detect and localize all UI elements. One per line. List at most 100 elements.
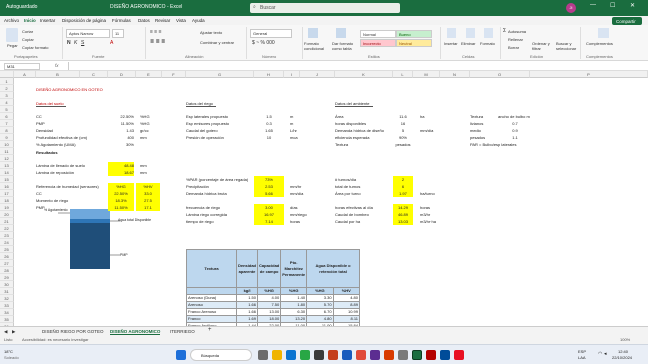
cell-unit[interactable]: días [290,204,298,211]
cell-label[interactable]: Profundidad efectiva de (cm) [36,134,87,141]
column-header[interactable]: K [335,71,393,78]
menu-ayuda[interactable]: Ayuda [192,18,205,23]
app-icon[interactable] [440,350,450,360]
cell-value[interactable]: 3.00 [254,204,284,211]
cond-format-button[interactable]: Formato condicional [304,41,330,51]
cell-unit[interactable]: ha/turno [420,190,435,197]
clear-button[interactable]: Borrar [508,45,519,50]
cell-value[interactable]: 27.5 [136,197,160,204]
autosum-button[interactable]: Autosuma [508,29,526,34]
row-header[interactable]: 29 [0,274,14,281]
tab-prev-icon[interactable]: ◀ [4,329,7,335]
column-header[interactable]: E [136,71,162,78]
cell-value[interactable]: 1.43 [108,127,134,134]
autosave-label[interactable]: Autoguardado [6,4,37,10]
minimize-icon[interactable]: — [590,2,596,8]
row-header[interactable]: 2 [0,85,14,92]
cell-header[interactable]: Textura [470,113,483,120]
table-cell[interactable]: 1.69 [235,315,259,323]
cell-label[interactable]: horas disponibles [335,120,366,127]
cell-value[interactable]: 33.0 [136,190,160,197]
row-header[interactable]: 23 [0,232,14,239]
avatar[interactable]: Ji [566,3,576,13]
zoom-level[interactable]: 100% [620,337,630,342]
cell-label[interactable]: Presión de operación [186,134,224,141]
paste-button[interactable]: Pegar [7,43,18,48]
cell-value[interactable]: 1.65 [254,127,284,134]
cell-unit[interactable]: mm [140,169,147,176]
cell-value[interactable]: 10 [254,134,284,141]
cell-label[interactable]: CC [36,113,42,120]
italic-button[interactable]: K [74,40,77,46]
table-cell[interactable]: 4.80 [332,294,361,302]
cell-value[interactable]: 22.50% [108,113,134,120]
cell-label[interactable]: Lámina de llenado de suelo [36,162,85,169]
tab-iterriego[interactable]: ITERRIEGO [170,329,195,334]
cell-label[interactable]: total de turnos [335,183,360,190]
cell-value[interactable]: 16.97 [254,211,284,218]
column-header[interactable]: D [108,71,136,78]
row-header[interactable]: 6 [0,113,14,120]
cell-value[interactable]: 11.50% [108,120,134,127]
volume-icon[interactable]: ◂ [604,351,607,357]
table-cell[interactable]: Franco Arenoso [186,308,237,316]
row-header[interactable]: 30 [0,281,14,288]
menu-disposicion[interactable]: Disposición de página [62,18,106,23]
name-box[interactable]: M31 [4,63,40,70]
cell-label[interactable]: Demanda hídrica bruta [186,190,227,197]
close-icon[interactable]: ✕ [630,2,635,9]
menu-revisar[interactable]: Revisar [155,18,170,23]
table-cell[interactable]: Franco [186,315,237,323]
cell-value[interactable]: 14.29 [393,204,413,211]
copy-button[interactable]: Copiar [22,37,34,42]
copy-format-button[interactable]: Copiar formato [22,45,48,50]
row-header[interactable]: 16 [0,183,14,190]
cell-unit[interactable]: horas [420,204,430,211]
cell-value[interactable]: 30% [108,141,134,148]
cell-value[interactable]: 13.03 [393,218,413,225]
style-bueno[interactable]: Bueno [396,30,432,38]
cell-label[interactable]: Densidad [36,127,53,134]
cell-header[interactable]: %HG [108,183,134,190]
menu-insertar[interactable]: Insertar [40,18,55,23]
format-cells-button[interactable]: Formato [480,41,495,46]
column-header[interactable]: L [393,71,413,78]
teams-icon[interactable] [370,350,380,360]
cell-value[interactable]: 2 [393,176,413,183]
table-cell[interactable]: 1.66 [235,308,259,316]
cell-value[interactable]: 18.67 [108,169,134,176]
insert-cells-button[interactable]: Insertar [444,41,458,46]
lang-indicator[interactable]: ESP [578,349,586,354]
table-cell[interactable]: 1.50 [235,294,259,302]
cell-unit[interactable]: mm/día [290,190,303,197]
row-header[interactable]: 7 [0,120,14,127]
font-name-select[interactable]: Aptos Narrow [66,29,110,38]
column-header[interactable]: B [36,71,80,78]
cell-value[interactable]: 2.53 [254,183,284,190]
cell-unit[interactable]: ha [420,113,424,120]
excel-icon[interactable] [412,350,422,360]
cell-value[interactable]: 1.5 [254,113,284,120]
cell-label[interactable]: horas efectivas al día [335,204,373,211]
media-icon[interactable] [454,350,464,360]
cell-label[interactable]: PMP [36,120,45,127]
insert-cells-icon[interactable] [447,28,456,38]
format-table-button[interactable]: Dar formato como tabla [332,41,358,51]
addins-button[interactable]: Complementos [586,41,613,46]
align-top-icon[interactable]: ≡ ≡ ≡ [150,29,162,35]
cell-unit[interactable]: %HG [140,120,150,127]
add-sheet-icon[interactable]: + [208,327,212,333]
cell-value[interactable]: 0.9 [505,127,525,134]
fx-icon[interactable]: fx [55,63,59,68]
row-header[interactable]: 33 [0,302,14,309]
weather-temp[interactable]: 18°C [4,349,13,354]
table-cell[interactable]: 6.30 [280,308,308,316]
row-header[interactable]: 10 [0,141,14,148]
menu-vista[interactable]: Vista [176,18,186,23]
row-header[interactable]: 24 [0,239,14,246]
cell-label[interactable]: Momento de riego [36,197,68,204]
cell-label[interactable]: %PAR (porcentaje de área regada) [186,176,248,183]
fill-button[interactable]: Rellenar [508,37,523,42]
table-cell[interactable]: 8.89 [332,301,361,309]
column-header[interactable]: F [162,71,186,78]
